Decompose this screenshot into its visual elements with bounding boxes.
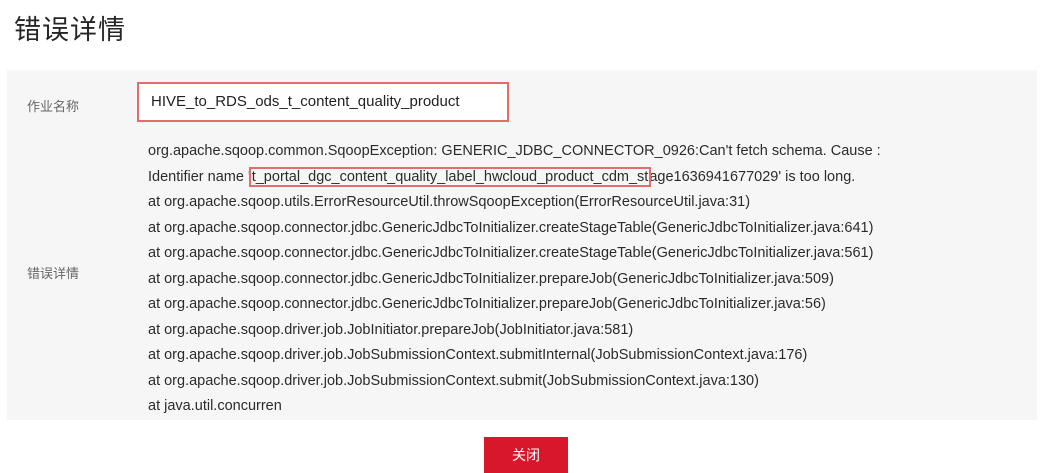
- job-name-label: 作业名称: [27, 100, 80, 115]
- details-panel: 作业名称 HIVE_to_RDS_ods_t_content_quality_p…: [7, 70, 1037, 420]
- stack-trace-line: at org.apache.sqoop.connector.jdbc.Gener…: [148, 270, 834, 287]
- error-text-prefix: Identifier name ': [148, 168, 251, 185]
- error-message: org.apache.sqoop.common.SqoopException: …: [148, 139, 881, 420]
- error-text-suffix: age1636941677029' is too long.: [649, 168, 856, 185]
- dialog-title: 错误详情: [14, 15, 126, 46]
- stack-trace-line: at org.apache.sqoop.connector.jdbc.Gener…: [148, 245, 874, 261]
- stack-trace-line: at java.util.concurren: [148, 398, 282, 414]
- stack-trace-line: at org.apache.sqoop.utils.ErrorResourceU…: [148, 194, 751, 210]
- stack-trace-line: at org.apache.sqoop.driver.job.JobInitia…: [148, 321, 634, 338]
- error-line: org.apache.sqoop.common.SqoopException: …: [148, 143, 881, 159]
- error-details-dialog: 错误详情 作业名称 HIVE_to_RDS_ods_t_content_qual…: [0, 0, 1040, 473]
- error-line: Identifier name 't_portal_dgc_content_qu…: [148, 165, 881, 191]
- stack-trace-line: at org.apache.sqoop.driver.job.JobSubmis…: [148, 347, 808, 363]
- stack-trace-line: at org.apache.sqoop.driver.job.JobSubmis…: [148, 372, 759, 389]
- stack-trace-line: at org.apache.sqoop.connector.jdbc.Gener…: [148, 296, 826, 312]
- stack-trace-line: at org.apache.sqoop.connector.jdbc.Gener…: [148, 219, 874, 236]
- close-button[interactable]: 关闭: [484, 437, 568, 473]
- job-name-highlight-box: HIVE_to_RDS_ods_t_content_quality_produc…: [137, 82, 509, 122]
- identifier-highlight: t_portal_dgc_content_quality_label_hwclo…: [248, 166, 652, 187]
- job-name-value: HIVE_to_RDS_ods_t_content_quality_produc…: [151, 93, 460, 110]
- error-details-label: 错误详情: [27, 267, 80, 282]
